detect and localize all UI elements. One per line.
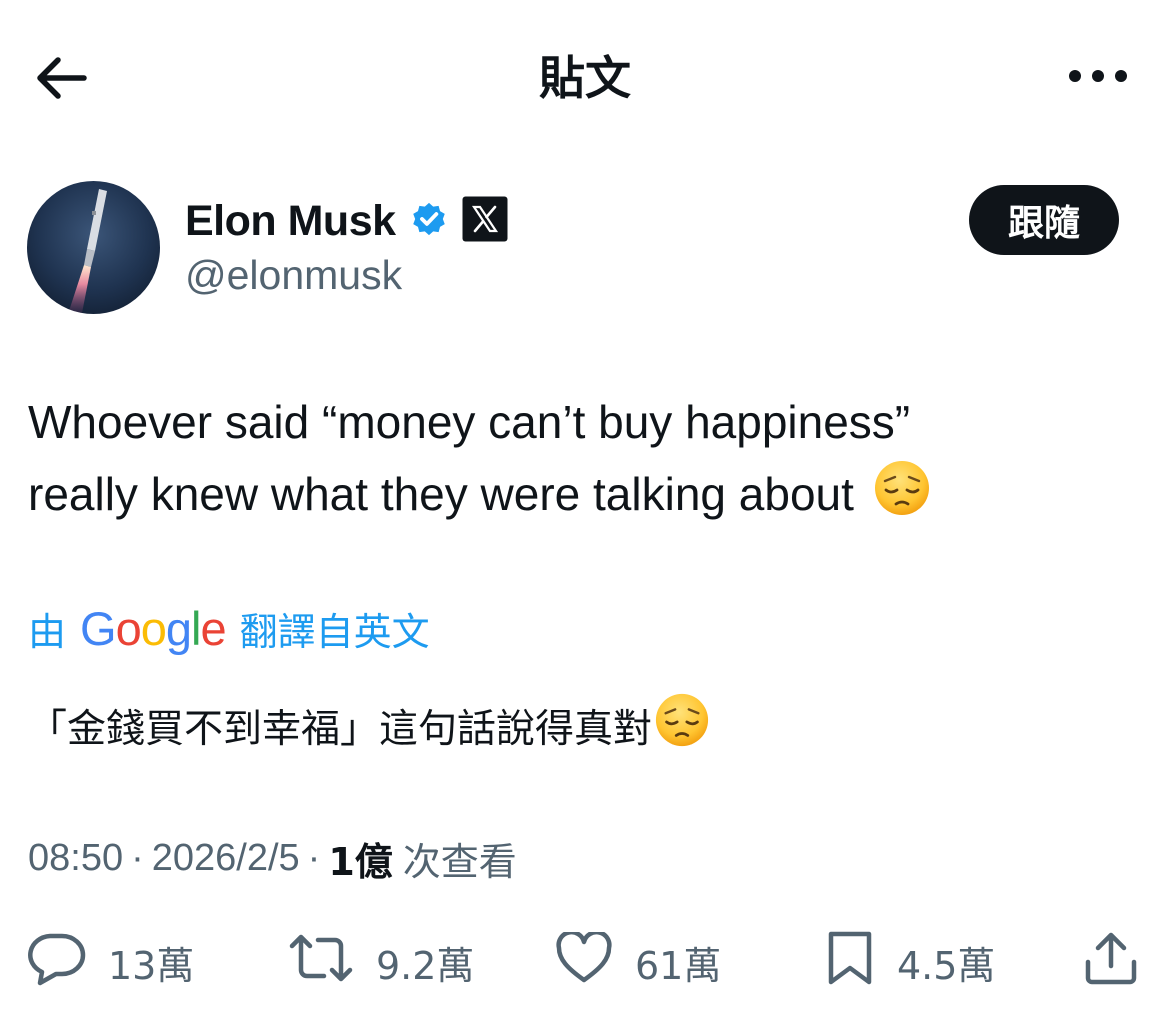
author-name[interactable]: Elon Musk	[185, 192, 508, 250]
views-label: 次查看	[402, 839, 517, 884]
display-name: Elon Musk	[185, 196, 396, 245]
more-horizontal-icon	[1068, 69, 1128, 88]
tweet-text-line-2: really knew what they were talking about	[28, 458, 1138, 537]
tweet-text: Whoever said “money can’t buy happiness”…	[28, 386, 1138, 537]
tweet-text-line-2-text: really knew what they were talking about	[28, 468, 854, 520]
more-options-button[interactable]	[1062, 48, 1134, 108]
like-button[interactable]: 61萬	[555, 929, 722, 994]
bookmark-button[interactable]: 4.5萬	[825, 930, 995, 994]
reply-button[interactable]: 13萬	[26, 930, 194, 994]
pensive-face-icon	[873, 459, 931, 537]
translated-text: 「金錢買不到幸福」這句話說得真對	[28, 692, 710, 771]
author-handle[interactable]: @elonmusk	[185, 250, 402, 300]
reply-icon	[26, 930, 86, 995]
repost-button[interactable]: 9.2萬	[288, 930, 474, 994]
repost-icon	[288, 932, 354, 993]
avatar[interactable]	[27, 181, 160, 314]
google-logo-icon: Google	[80, 601, 227, 655]
translation-suffix: 翻譯自英文	[239, 609, 430, 654]
heart-icon	[555, 929, 613, 993]
translation-attribution[interactable]: 由 Google 翻譯自英文	[28, 596, 430, 660]
reply-count: 13萬	[108, 943, 195, 988]
pensive-face-icon	[654, 692, 710, 771]
meta-separator: ·	[131, 836, 144, 879]
page-title: 貼文	[539, 51, 631, 105]
tweet-text-line-1: Whoever said “money can’t buy happiness”	[28, 396, 911, 448]
repost-count: 9.2萬	[376, 943, 475, 988]
views-count[interactable]: 1億	[328, 831, 392, 886]
share-icon	[1082, 930, 1140, 995]
meta-separator: ·	[307, 836, 321, 879]
bookmark-count: 4.5萬	[897, 943, 996, 988]
translation-prefix: 由	[28, 609, 67, 654]
translated-text-body: 「金錢買不到幸福」這句話說得真對	[28, 707, 653, 752]
tweet-date[interactable]: 2026/2/5	[152, 837, 300, 880]
tweet-time[interactable]: 08:50	[28, 837, 123, 880]
share-button[interactable]	[1082, 930, 1140, 994]
bookmark-icon	[825, 930, 875, 995]
verified-badge-icon	[408, 198, 450, 245]
tweet-meta: 08:50 · 2026/2/5 · 1億 次查看	[28, 828, 517, 888]
like-count: 61萬	[635, 943, 722, 988]
x-logo-icon	[462, 196, 508, 247]
follow-button[interactable]: 跟隨	[969, 185, 1119, 255]
